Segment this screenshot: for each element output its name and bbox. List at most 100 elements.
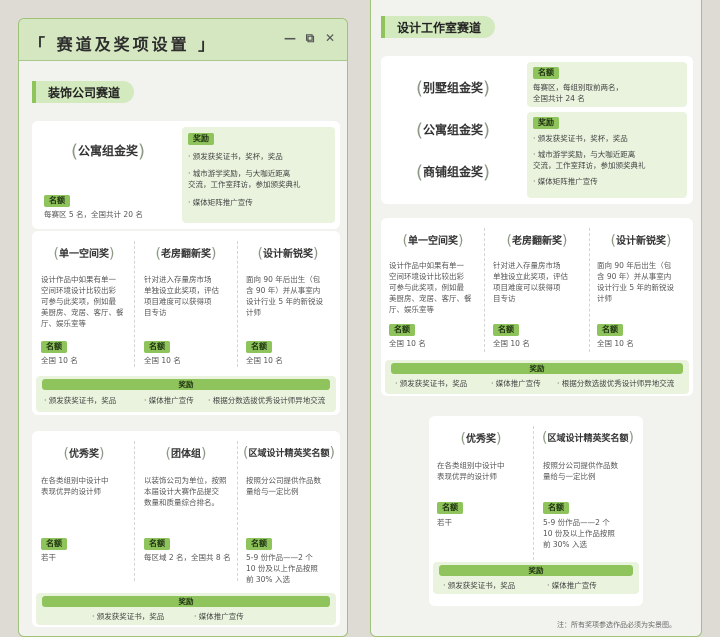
quota-text: 每区域 2 名，全国共 8 名	[144, 553, 231, 562]
footnote: 注：所有奖项参选作品必须为实景图。	[557, 621, 676, 629]
section-title: 装饰公司赛道	[32, 81, 135, 103]
reward-item: · 颁发获奖证书，奖品	[395, 379, 468, 388]
reward-box: 奖励 · 颁发获奖证书，奖杯，奖品 · 城市游学奖励，与大咖近距离 交流，工作室…	[527, 112, 687, 198]
quota-tag: 名额	[41, 538, 67, 550]
desc-line: 美厨房、宠居、客厅、餐	[389, 294, 472, 303]
decoration-company-panel: 「 赛道及奖项设置 」 — ⧉ ✕ 装饰公司赛道 (公寓组金奖) 名额 每赛区 …	[18, 18, 348, 637]
special-awards-card: (单一空间奖) (老房翻新奖) (设计新锐奖) 设计作品中如果有单一 空间环境设…	[32, 231, 340, 415]
reward-item: · 媒体矩阵推广宣传	[533, 177, 598, 186]
award-title: (商铺组金奖)	[415, 162, 491, 183]
quota-tag: 名额	[437, 502, 463, 514]
reward-band: 奖励 · 颁发获奖证书，奖品 · 媒体推广宣传	[36, 593, 336, 625]
quota-text: 10 份及以上作品按照	[246, 564, 318, 573]
other-awards-card: (优秀奖) (团体组) (区域设计精英奖名额) 在各类组别中设计中 表现优异的设…	[32, 431, 340, 627]
desc-line: 空间环境设计比较出彩	[41, 286, 116, 295]
desc-line: 计师	[246, 308, 261, 317]
award-title: (设计新锐奖)	[257, 246, 319, 262]
laurel-right-icon: )	[138, 141, 146, 162]
desc-line: 可参与此奖项，例如最	[41, 297, 116, 306]
desc-line: 设计行业 5 年的新锐设	[597, 283, 675, 292]
reward-item: · 城市游学奖励，与大咖近距离	[188, 169, 291, 178]
window-titlebar: 「 赛道及奖项设置 」 — ⧉ ✕	[19, 19, 347, 61]
quota-box: 名额 每赛区，每组别取前两名， 全国共计 24 名	[527, 62, 687, 107]
divider	[134, 241, 135, 367]
award-title: (老房翻新奖)	[155, 246, 217, 262]
quota-tag: 名额	[597, 324, 623, 336]
desc-line: 针对进入存量房市场	[493, 261, 561, 270]
reward-item: 交流，工作室拜访，参加颁奖典礼	[188, 180, 301, 189]
quota-tag: 名额	[144, 538, 170, 550]
reward-bar: 奖励	[391, 363, 683, 374]
award-title: (团体组)	[165, 446, 207, 462]
quota-text: 全国 10 名	[144, 356, 181, 365]
desc-line: 目专访	[144, 308, 167, 317]
reward-tag: 奖励	[188, 133, 214, 145]
desc-line: 面向 90 年后出生（包	[597, 261, 672, 270]
quota-text: 5-9 份作品——2 个	[543, 518, 610, 527]
reward-band: 奖励 · 颁发获奖证书，奖品 · 媒体推广宣传 · 根据分数选拔优秀设计师异地交…	[36, 376, 336, 412]
close-icon[interactable]: ✕	[323, 31, 337, 45]
quota-text: 全国 10 名	[246, 356, 283, 365]
reward-item: · 颁发获奖证书，奖品	[92, 612, 165, 621]
desc-line: 设计作品中如果有单一	[389, 261, 464, 270]
quota-tag: 名额	[41, 341, 67, 353]
divider	[237, 241, 238, 367]
reward-item: · 颁发获奖证书，奖品	[443, 581, 516, 590]
desc-line: 可参与此奖项，例如最	[389, 283, 464, 292]
quota-text: 5-9 份作品——2 个	[246, 553, 313, 562]
desc-line: 单独设立此奖项，评估	[144, 286, 219, 295]
desc-line: 厅、娱乐室等	[41, 319, 86, 328]
quota-tag: 名额	[493, 324, 519, 336]
studio-gold-card: (别墅组金奖) (公寓组金奖) (商铺组金奖) 名额 每赛区，每组别取前两名， …	[381, 56, 693, 204]
reward-bar: 奖励	[439, 565, 633, 576]
laurel-left-icon: (	[70, 141, 78, 162]
reward-box: 奖励 · 颁发获奖证书，奖杯，奖品 · 城市游学奖励，与大咖近距离 交流，工作室…	[182, 127, 335, 223]
minimize-icon[interactable]: —	[283, 31, 297, 45]
divider	[533, 426, 534, 560]
award-title: (区域设计精英奖名额)	[542, 430, 634, 446]
quota-tag: 名额	[44, 195, 70, 207]
restore-icon[interactable]: ⧉	[303, 31, 317, 46]
quota-tag: 名额	[533, 67, 559, 79]
desc-line: 项目难度可以获得项	[144, 297, 212, 306]
desc-line: 面向 90 年后出生（包	[246, 275, 321, 284]
reward-tag: 奖励	[533, 117, 559, 129]
quota-tag: 名额	[543, 502, 569, 514]
quota-tag: 名额	[246, 538, 272, 550]
reward-item: · 根据分数选拔优秀设计师异地交流	[208, 396, 326, 405]
desc-line: 空间环境设计比较出彩	[389, 272, 464, 281]
award-title: (设计新锐奖)	[610, 233, 672, 249]
quota-text: 每赛区，每组别取前两名，	[533, 83, 623, 92]
divider	[589, 228, 590, 352]
desc-line: 本届设计大赛作品提交	[144, 487, 219, 496]
other-awards-card: (优秀奖) (区域设计精英奖名额) 在各类组别中设计中 表现优异的设计师 名额 …	[429, 416, 643, 606]
desc-line: 厅、娱乐室等	[389, 305, 434, 314]
quota-text: 全国 10 名	[389, 339, 426, 348]
quota-text: 前 30% 入选	[246, 575, 290, 584]
award-title: (优秀奖)	[63, 446, 105, 462]
quota-text: 每赛区 5 名，全国共计 20 名	[44, 210, 143, 219]
desc-line: 以装饰公司为单位，按照	[144, 476, 227, 485]
desc-line: 量给与一定比例	[246, 487, 299, 496]
reward-item: · 颁发获奖证书，奖杯，奖品	[533, 134, 628, 143]
desc-line: 表现优异的设计师	[41, 487, 101, 496]
desc-line: 量给与一定比例	[543, 472, 596, 481]
desc-line: 按照分公司提供作品数	[246, 476, 321, 485]
quota-text: 若干	[41, 553, 56, 562]
desc-line: 在各类组别中设计中	[41, 476, 109, 485]
reward-item: · 媒体推广宣传	[547, 581, 597, 590]
reward-band: 奖励 · 颁发获奖证书，奖品 · 媒体推广宣传 · 根据分数选拔优秀设计师异地交…	[385, 360, 689, 394]
reward-item: · 媒体推广宣传	[491, 379, 541, 388]
reward-item: · 颁发获奖证书，奖品	[44, 396, 117, 405]
design-studio-panel: 设计工作室赛道 (别墅组金奖) (公寓组金奖) (商铺组金奖) 名额 每赛区，每…	[370, 0, 702, 637]
desc-line: 单独设立此奖项，评估	[493, 272, 568, 281]
quota-text: 全国共计 24 名	[533, 94, 585, 103]
quota-tag: 名额	[144, 341, 170, 353]
award-title: (别墅组金奖)	[415, 78, 491, 99]
special-awards-card: (单一空间奖) (老房翻新奖) (设计新锐奖) 设计作品中如果有单一 空间环境设…	[381, 218, 693, 396]
reward-item: · 颁发获奖证书，奖杯，奖品	[188, 152, 283, 161]
award-title: (公寓组金奖)	[415, 120, 491, 141]
divider	[134, 441, 135, 581]
section-title: 设计工作室赛道	[381, 16, 496, 38]
reward-bar: 奖励	[42, 379, 330, 390]
